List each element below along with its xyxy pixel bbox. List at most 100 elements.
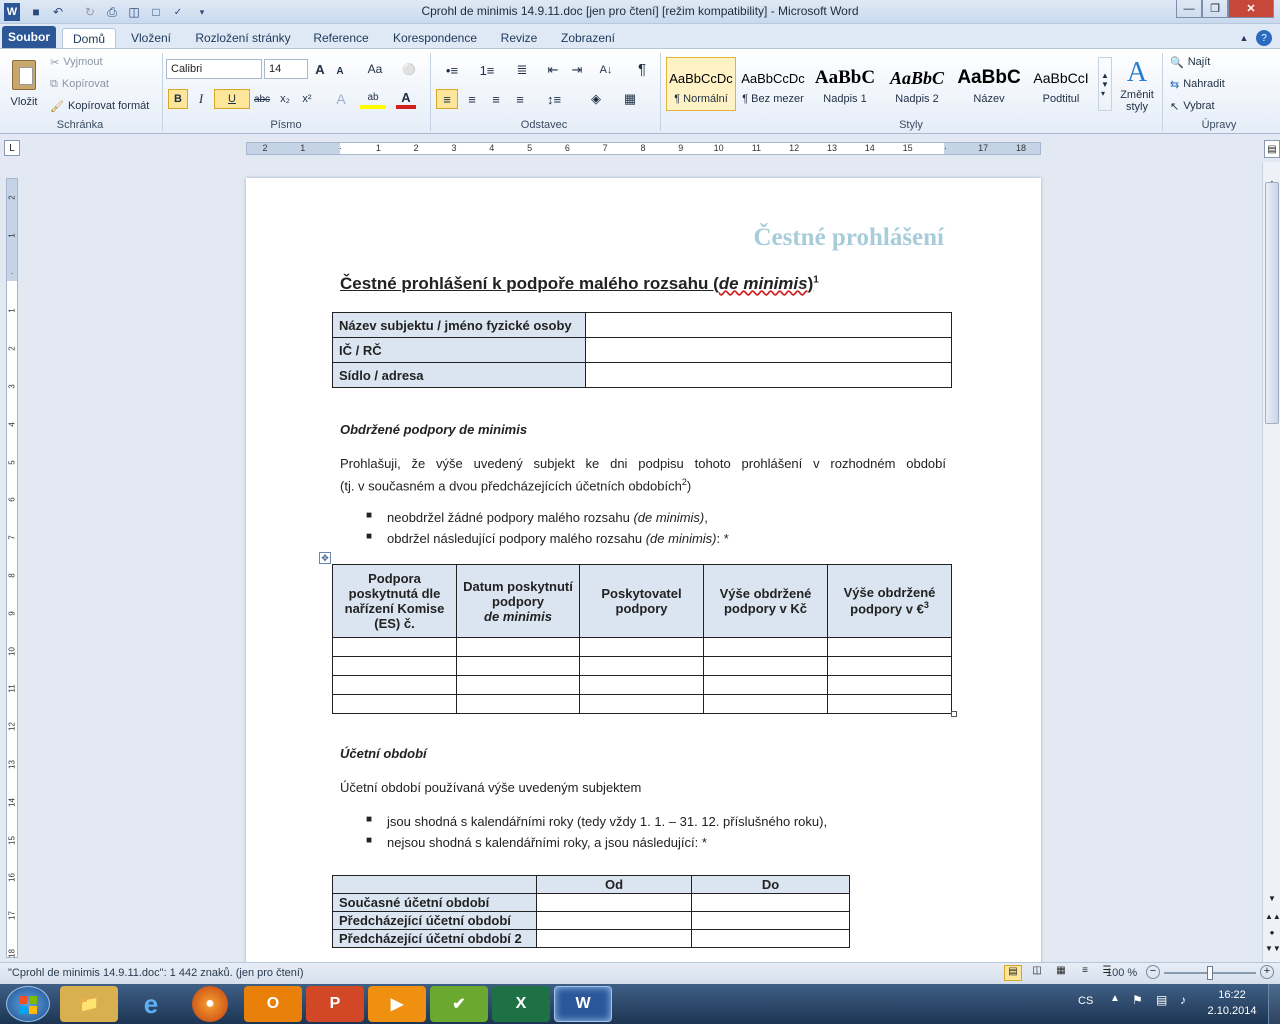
underline-button[interactable]: U [214,89,250,109]
italic-button[interactable]: I [192,89,210,109]
table-cell[interactable] [579,675,704,695]
decrease-indent-icon[interactable]: ⇤ [544,61,562,79]
superscript-button[interactable]: x² [298,89,316,109]
font-color-button[interactable]: A [396,89,416,109]
table-cell[interactable] [827,694,952,714]
table-cell[interactable] [691,911,850,930]
shading-icon[interactable]: ◈ [582,89,610,109]
table-cell-input[interactable] [585,337,952,363]
tab-home[interactable]: Domů [62,28,116,48]
align-right-icon[interactable]: ≡ [486,89,506,109]
font-size-combo[interactable]: 14 [264,59,308,79]
tab-references[interactable]: Reference [306,28,376,48]
help-icon[interactable]: ? [1256,30,1272,46]
style-normal[interactable]: AaBbCcDc ¶ Normální [666,57,736,111]
style-heading1[interactable]: AaBbC Nadpis 1 [810,57,880,111]
zoom-in-icon[interactable]: + [1260,965,1274,979]
shrink-font-icon[interactable]: A [332,63,348,79]
zoom-slider[interactable] [1164,966,1256,980]
tab-mailings[interactable]: Korespondence [384,28,486,48]
bold-button[interactable]: B [168,89,188,109]
tab-layout[interactable]: Rozložení stránky [188,28,298,48]
style-subtitle[interactable]: AaBbCcI Podtitul [1026,57,1096,111]
justify-icon[interactable]: ≡ [510,89,530,109]
table-cell[interactable] [691,929,850,948]
styles-scroll[interactable]: ▲ ▼ ▾ [1098,57,1112,111]
print-layout-icon[interactable]: ▤ [1004,965,1022,981]
tab-review[interactable]: Revize [494,28,544,48]
borders-icon[interactable]: ▦ [616,89,644,109]
accounting-period-table[interactable]: Od Do Současné účetní období Předcházejí… [332,875,850,948]
align-left-icon[interactable]: ≡ [436,89,458,109]
document-page[interactable]: Čestné prohlášení Čestné prohlášení k po… [246,178,1041,978]
vertical-scrollbar[interactable]: ▲ ▼ ▲▲ ● ▼▼ [1262,162,1280,962]
volume-icon[interactable]: ♪ [1180,993,1186,1007]
multilevel-list-icon[interactable]: ≣ [508,61,536,79]
excel-icon[interactable]: X [492,986,550,1022]
tab-file[interactable]: Soubor [2,26,56,48]
change-styles-button[interactable]: A Změnit styly [1116,53,1158,117]
view-ruler-icon[interactable]: ▤ [1264,140,1280,158]
sort-icon[interactable]: A↓ [596,61,616,79]
table-cell[interactable] [827,675,952,695]
style-no-spacing[interactable]: AaBbCcDc ¶ Bez mezer [738,57,808,111]
browse-object-icon[interactable]: ● [1265,928,1279,942]
table-cell[interactable] [703,675,828,695]
text-effects-icon[interactable]: A [332,89,350,109]
table-cell[interactable] [332,694,457,714]
table-cell[interactable] [691,893,850,912]
grow-font-icon[interactable]: A [312,61,328,77]
outlook-icon[interactable]: O [244,986,302,1022]
scroll-thumb[interactable] [1265,182,1279,424]
internet-explorer-icon[interactable]: e [122,986,180,1022]
table-cell[interactable] [827,656,952,676]
web-layout-icon[interactable]: ▦ [1052,965,1070,981]
language-indicator[interactable]: CS [1078,995,1093,1007]
table-cell[interactable] [332,637,457,657]
replace-button[interactable]: ⇆ Nahradit [1170,75,1225,93]
word-count-status[interactable]: "Cprohl de minimis 14.9.11.doc": 1 442 z… [8,967,304,979]
clear-formatting-icon[interactable]: ⚪ [400,61,418,77]
table-cell[interactable] [536,893,692,912]
action-center-icon[interactable]: ⚑ [1132,993,1143,1007]
table-cell[interactable] [703,656,828,676]
subject-info-table[interactable]: Název subjektu / jméno fyzické osoby IČ … [332,312,952,388]
table-cell[interactable] [456,675,580,695]
increase-indent-icon[interactable]: ⇥ [568,61,586,79]
highlight-button[interactable]: ab [360,89,386,109]
numbering-icon[interactable]: 1≡ [472,61,502,79]
next-page-icon[interactable]: ▼▼ [1265,944,1280,958]
align-center-icon[interactable]: ≡ [462,89,482,109]
table-cell[interactable] [456,656,580,676]
table-cell[interactable] [827,637,952,657]
zoom-slider-thumb[interactable] [1207,966,1213,980]
outline-icon[interactable]: ≡ [1076,965,1094,981]
table-cell[interactable] [579,656,704,676]
show-desktop-button[interactable] [1268,984,1280,1024]
scroll-down-icon[interactable]: ▼ [1265,894,1279,908]
table-move-handle-icon[interactable]: ✥ [319,552,331,564]
minimize-button[interactable]: — [1176,0,1202,18]
clock-time[interactable]: 16:22 [1206,989,1258,1001]
find-button[interactable]: 🔍 Najít [1170,53,1210,71]
aid-table[interactable]: Podpora poskytnutá dle nařízení Komise (… [332,564,952,714]
firefox-icon[interactable]: ● [192,986,228,1022]
table-cell-input[interactable] [585,312,952,338]
table-cell[interactable] [536,911,692,930]
maximize-button[interactable]: ❐ [1202,0,1228,18]
table-cell[interactable] [536,929,692,948]
network-icon[interactable]: ▤ [1156,993,1167,1007]
font-name-combo[interactable]: Calibri [166,59,262,79]
table-cell[interactable] [579,637,704,657]
table-cell-input[interactable] [585,362,952,388]
clock-date[interactable]: 2.10.2014 [1204,1005,1260,1017]
minimize-ribbon-icon[interactable]: ▲ [1236,28,1252,48]
style-title[interactable]: AaBbC Název [954,57,1024,111]
table-cell[interactable] [332,656,457,676]
strikethrough-button[interactable]: abc [252,89,272,109]
paste-button[interactable]: Vložit [4,53,44,115]
table-resize-handle[interactable] [951,711,957,717]
copy-button[interactable]: ⧉ Kopírovat [50,75,109,93]
tab-insert[interactable]: Vložení [120,28,182,48]
format-painter-button[interactable]: 🖌 Kopírovat formát [50,97,149,115]
